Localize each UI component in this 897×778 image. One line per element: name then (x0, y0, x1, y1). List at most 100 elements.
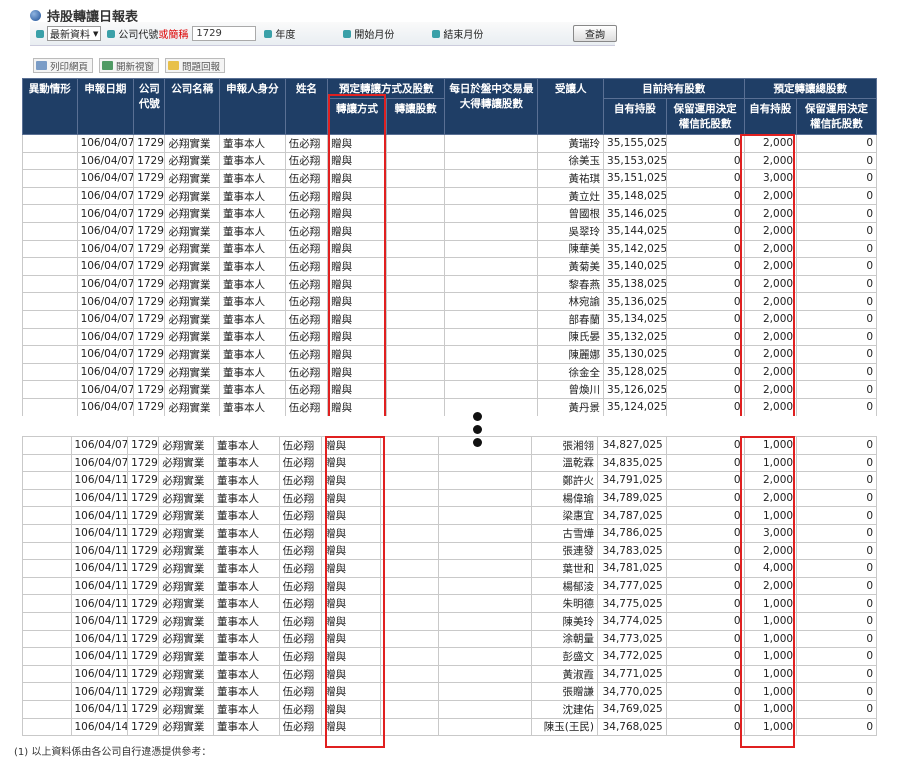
cell-reporter-role: 董事本人 (212, 559, 280, 578)
cell-daily-max (444, 327, 539, 347)
cell-reporter-role: 董事本人 (219, 362, 286, 382)
report-issue-button[interactable]: 問題回報 (165, 58, 226, 73)
cell-reporter-role: 董事本人 (212, 717, 280, 737)
cell-company-code: 1729 (133, 186, 166, 206)
cell-company-code: 1729 (127, 611, 160, 631)
cell-report-date: 106/04/07 (76, 204, 135, 223)
cell-daily-max (438, 541, 533, 561)
cell-daily-max (444, 292, 539, 311)
cell-name: 伍必翔 (284, 309, 329, 329)
cell-planned-trust: 0 (796, 629, 877, 649)
company-code-label: 公司代號 (118, 30, 159, 41)
cell-daily-max (438, 594, 533, 613)
col-own-shares: 自有持股 (603, 98, 667, 135)
cell-report-date: 106/04/07 (70, 453, 129, 473)
cell-planned-trust: 0 (796, 541, 877, 561)
cell-transfer-method: 贈與 (327, 134, 387, 153)
cell-reporter-role: 董事本人 (219, 239, 286, 259)
cell-transferee: 楊郁淩 (531, 576, 598, 596)
cell-own-shares: 35,144,025 (603, 221, 667, 241)
company-code-input[interactable]: 1729 (192, 26, 257, 41)
cell-reporter-role: 董事本人 (212, 629, 280, 649)
col-report-date: 申報日期 (76, 78, 135, 135)
cell-planned-trust: 0 (796, 506, 877, 525)
cell-change (22, 453, 72, 473)
cell-change (22, 239, 78, 259)
cell-reporter-role: 董事本人 (212, 506, 280, 525)
table-row: 106/04/07 1729 必翔實業 董事本人 伍必翔 贈與 黃菊美 35,140,025 0… (22, 257, 877, 276)
cell-transfer-method: 贈與 (321, 699, 381, 719)
cell-company-code: 1729 (127, 523, 160, 543)
table-row: 106/04/07 1729 必翔實業 董事本人 伍必翔 贈與 黎春燕 35,138,025 0… (22, 274, 877, 294)
cell-reporter-role: 董事本人 (219, 292, 286, 311)
cell-transfer-shares (385, 274, 446, 294)
cell-transfer-method: 贈與 (321, 717, 381, 737)
cell-transferee: 陳氏晏 (537, 327, 605, 347)
table-row: 106/04/07 1729 必翔實業 董事本人 伍必翔 贈與 陳氏晏 35,132,025 0… (22, 327, 877, 347)
cell-reporter-role: 董事本人 (219, 204, 286, 223)
print-button[interactable]: 列印網頁 (33, 58, 94, 73)
cell-planned-own: 1,000 (743, 629, 798, 649)
cell-change (22, 292, 78, 311)
cell-trust-shares: 0 (665, 362, 745, 382)
cell-planned-trust: 0 (796, 559, 877, 578)
cell-transfer-shares (379, 453, 440, 473)
cell-trust-shares: 0 (665, 682, 745, 701)
cell-reporter-role: 董事本人 (219, 257, 286, 276)
cell-name: 伍必翔 (284, 134, 329, 153)
cell-own-shares: 34,786,025 (596, 523, 667, 543)
cell-planned-own: 2,000 (743, 274, 798, 294)
col-company-code: 公司 代號 (133, 78, 166, 135)
cell-transferee: 楊偉瑜 (531, 488, 598, 508)
cell-transfer-method: 贈與 (327, 204, 387, 223)
cell-company-name: 必翔實業 (164, 397, 221, 417)
cell-planned-trust: 0 (796, 682, 877, 701)
table-row: 106/04/11 1729 必翔實業 董事本人 伍必翔 贈與 張連發 34,783,025 0… (22, 541, 877, 561)
bullet-icon (264, 29, 273, 38)
table-row: 106/04/11 1729 必翔實業 董事本人 伍必翔 贈與 沈建佑 34,769,025 0… (22, 699, 877, 719)
cell-own-shares: 35,136,025 (603, 292, 667, 311)
cell-planned-trust: 0 (796, 257, 877, 276)
new-window-icon (102, 61, 114, 70)
cell-trust-shares: 0 (665, 488, 745, 508)
cell-name: 伍必翔 (284, 327, 329, 347)
table-body-bottom: 106/04/07 1729 必翔實業 董事本人 伍必翔 贈與 張湘翎 34,827,025 0… (22, 436, 877, 737)
cell-company-name: 必翔實業 (164, 151, 221, 171)
cell-change (22, 221, 78, 241)
cell-transferee: 古雪燁 (531, 523, 598, 543)
cell-transfer-method: 贈與 (327, 309, 387, 329)
cell-daily-max (444, 186, 539, 206)
cell-company-code: 1729 (127, 717, 160, 737)
cell-change (22, 523, 72, 543)
open-window-button[interactable]: 開新視窗 (99, 58, 160, 73)
cell-trust-shares: 0 (665, 257, 745, 276)
cell-name: 伍必翔 (278, 664, 323, 684)
cell-transferee: 林宛諭 (537, 292, 605, 311)
cell-transferee: 彭盛文 (531, 647, 598, 666)
cell-report-date: 106/04/11 (70, 682, 129, 701)
cell-report-date: 106/04/11 (70, 699, 129, 719)
table-row: 106/04/11 1729 必翔實業 董事本人 伍必翔 贈與 彭盛文 34,772,025 0… (22, 647, 877, 666)
cell-name: 伍必翔 (284, 169, 329, 188)
cell-daily-max (444, 309, 539, 329)
mode-select[interactable]: 最新資料 ▼ (47, 26, 102, 41)
cell-planned-trust: 0 (796, 221, 877, 241)
cell-trust-shares: 0 (665, 221, 745, 241)
cell-reporter-role: 董事本人 (219, 327, 286, 347)
query-button[interactable]: 查詢 (573, 25, 617, 42)
cell-own-shares: 34,771,025 (596, 664, 667, 684)
cell-transfer-method: 贈與 (327, 380, 387, 399)
footer-note-1: (1) 以上資料係由各公司自行違憑提供參考： (14, 747, 212, 758)
cell-reporter-role: 董事本人 (219, 151, 286, 171)
cell-transfer-shares (385, 204, 446, 223)
col-daily-max: 每日於盤中交易最大得轉讓股數 (444, 78, 539, 135)
cell-transfer-shares (379, 611, 440, 631)
cell-company-code: 1729 (133, 134, 166, 153)
cell-transfer-shares (385, 345, 446, 364)
cell-name: 伍必翔 (278, 506, 323, 525)
cell-name: 伍必翔 (278, 682, 323, 701)
cell-own-shares: 34,770,025 (596, 682, 667, 701)
cell-transfer-method: 贈與 (327, 169, 387, 188)
cell-daily-max (438, 699, 533, 719)
cell-name: 伍必翔 (278, 647, 323, 666)
